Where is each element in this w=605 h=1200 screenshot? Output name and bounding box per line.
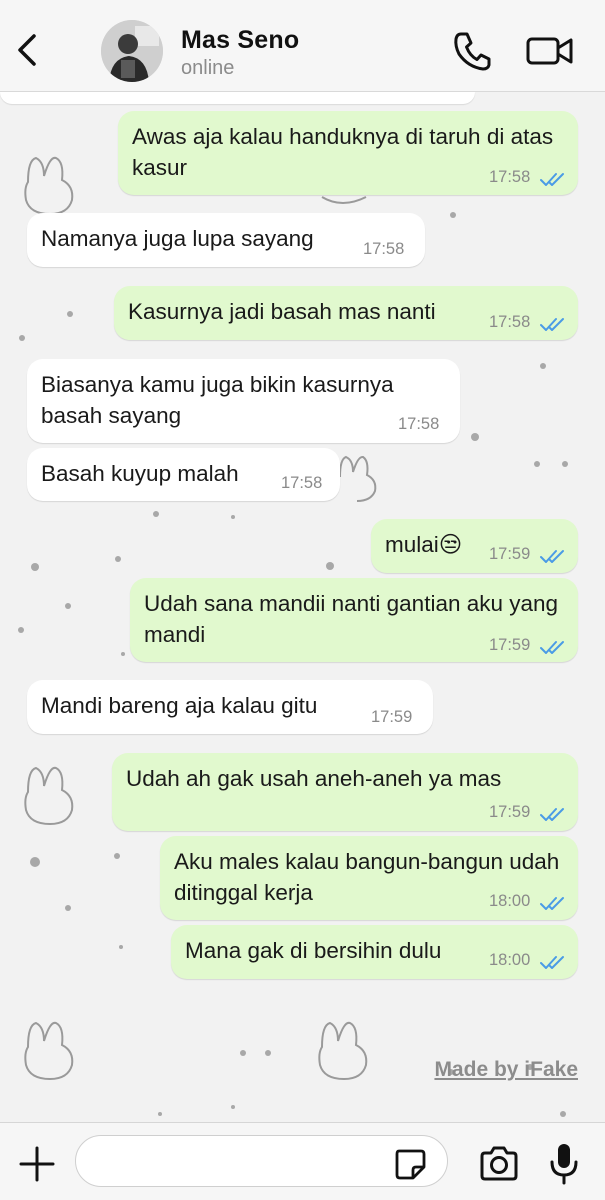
video-camera-icon bbox=[526, 37, 573, 65]
message-timestamp: 18:00 bbox=[489, 892, 531, 910]
message-text: mulai😒 bbox=[385, 532, 463, 557]
read-receipt-icon bbox=[540, 641, 564, 654]
message-timestamp: 17:58 bbox=[489, 313, 531, 331]
message-timestamp: 17:58 bbox=[281, 474, 323, 492]
message-timestamp: 17:58 bbox=[489, 168, 531, 186]
video-call-button[interactable] bbox=[526, 34, 574, 68]
message-timestamp: 17:58 bbox=[363, 240, 405, 258]
read-receipt-icon bbox=[540, 956, 564, 969]
read-receipt-icon bbox=[540, 897, 564, 910]
plus-icon bbox=[19, 1146, 55, 1182]
avatar-photo bbox=[101, 20, 163, 82]
sticker-button[interactable] bbox=[393, 1147, 427, 1181]
read-receipt-icon bbox=[540, 808, 564, 821]
message-timestamp: 18:00 bbox=[489, 951, 531, 969]
camera-button[interactable] bbox=[478, 1145, 520, 1183]
contact-status: online bbox=[181, 57, 235, 79]
watermark-link[interactable]: Made by iFake bbox=[434, 1058, 578, 1082]
message-timestamp: 17:59 bbox=[489, 803, 531, 821]
read-receipt-icon bbox=[540, 318, 564, 331]
incoming-message[interactable]: Biasanya kamu juga bikin kasurnya basah … bbox=[27, 359, 460, 443]
sticker-icon bbox=[395, 1149, 426, 1180]
attach-button[interactable] bbox=[18, 1145, 56, 1183]
message-text: Namanya juga lupa sayang bbox=[41, 226, 314, 251]
phone-icon bbox=[454, 32, 491, 71]
voice-message-button[interactable] bbox=[547, 1141, 581, 1187]
voice-call-button[interactable] bbox=[452, 30, 492, 72]
read-receipt-icon bbox=[540, 550, 564, 563]
chevron-left-icon bbox=[18, 34, 36, 66]
back-button[interactable] bbox=[12, 30, 44, 70]
message-timestamp: 17:59 bbox=[489, 545, 531, 563]
read-receipt-icon bbox=[540, 173, 564, 186]
previous-message-edge bbox=[0, 92, 475, 104]
avatar[interactable] bbox=[101, 20, 163, 82]
message-text: Biasanya kamu juga bikin kasurnya basah … bbox=[41, 372, 394, 428]
message-timestamp: 17:59 bbox=[371, 708, 413, 726]
contact-name[interactable]: Mas Seno bbox=[181, 26, 299, 55]
composer-bar bbox=[0, 1122, 605, 1200]
camera-icon bbox=[480, 1146, 518, 1181]
message-text: Udah ah gak usah aneh-aneh ya mas bbox=[126, 766, 502, 791]
chat-header: Mas Seno online bbox=[0, 0, 605, 92]
microphone-icon bbox=[550, 1144, 578, 1185]
message-timestamp: 17:58 bbox=[398, 415, 440, 433]
message-timestamp: 17:59 bbox=[489, 636, 531, 654]
message-text: Mandi bareng aja kalau gitu bbox=[41, 693, 318, 718]
